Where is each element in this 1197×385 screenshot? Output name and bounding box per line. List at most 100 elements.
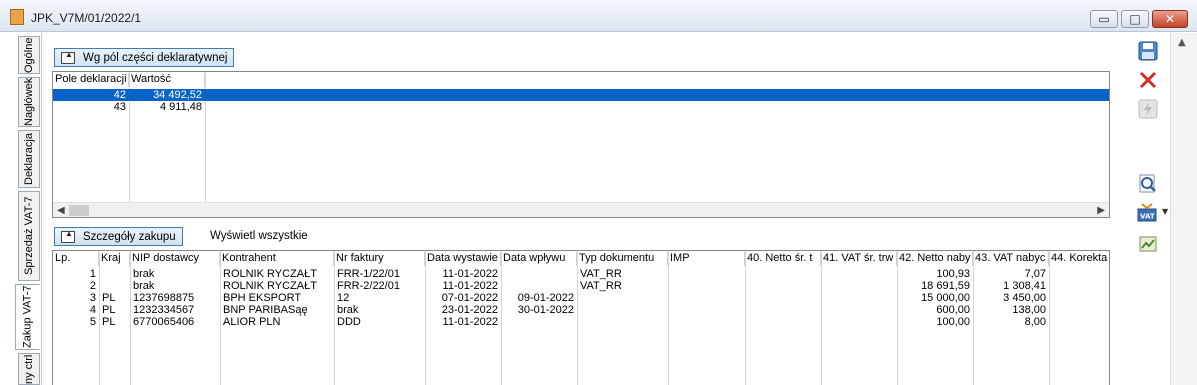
table-row[interactable]: 5 PL 6770065406 ALIOR PLN DDD 11-01-2022…	[53, 316, 1109, 328]
document-icon	[10, 9, 24, 25]
show-all-link[interactable]: Wyświetl wszystkie	[210, 230, 308, 242]
column-header-netto-40[interactable]: 40. Netto śr. t	[745, 252, 821, 266]
cell-nip: 1237698875	[133, 292, 195, 304]
cell-data-wystawienia: 11-01-2022	[442, 316, 498, 328]
declaration-row[interactable]: 42 34 492,52	[53, 89, 1109, 101]
left-tab-strip: Ogólne Nagłówek Deklaracja Sprzedaż VAT-…	[0, 33, 42, 385]
save-button[interactable]	[1136, 39, 1160, 63]
declaration-section-button[interactable]: Wg pól części deklaratywnej	[54, 48, 234, 67]
window-title: JPK_V7M/01/2022/1	[31, 11, 142, 25]
tab-naglowek[interactable]: Nagłówek	[18, 77, 40, 127]
lightning-button[interactable]	[1136, 97, 1160, 121]
purchases-grid[interactable]: Lp. Kraj NIP dostawcy Kontrahent Nr fakt…	[52, 250, 1110, 385]
column-header-korekta-44[interactable]: 44. Korekta	[1049, 252, 1109, 266]
maximize-icon: □	[1129, 12, 1141, 26]
table-row[interactable]: 1 brak ROLNIK RYCZAŁT FRR-1/22/01 11-01-…	[53, 268, 1109, 280]
declaration-row[interactable]: 43 4 911,48	[53, 101, 1109, 113]
cancel-button[interactable]	[1136, 68, 1160, 92]
table-row[interactable]: 2 brak ROLNIK RYCZAŁT FRR-2/22/01 11-01-…	[53, 280, 1109, 292]
column-header-pole[interactable]: Pole deklaracji	[53, 73, 129, 87]
collapse-icon	[61, 50, 75, 64]
scroll-right-icon[interactable]: ▶	[1097, 203, 1105, 217]
cell-kontrahent: ROLNIK RYCZAŁT	[223, 268, 317, 280]
column-header-data-wplywu[interactable]: Data wpływu	[501, 252, 577, 266]
column-header-netto-42[interactable]: 42. Netto naby	[897, 252, 973, 266]
purchases-section-button[interactable]: Szczegóły zakupu	[54, 227, 183, 246]
declaration-field: 42	[113, 89, 126, 101]
close-icon: ✕	[1164, 12, 1176, 26]
main-panel: Wg pól części deklaratywnej Pole deklara…	[42, 33, 1127, 385]
preview-icon	[1139, 174, 1156, 193]
declaration-section-label: Wg pól części deklaratywnej	[83, 51, 228, 64]
minimize-button[interactable]: ▭	[1090, 10, 1118, 28]
export-button[interactable]	[1136, 232, 1160, 256]
minimize-icon: ▭	[1098, 12, 1110, 26]
cell-data-wplywu: 09-01-2022	[517, 292, 574, 304]
declaration-hscrollbar[interactable]: ◀ ▶	[53, 202, 1109, 217]
tab-sprzedaz-vat7[interactable]: Sprzedaż VAT-7	[18, 191, 40, 281]
right-toolbar: VAT ▼	[1128, 33, 1170, 385]
tab-zakup-vat7[interactable]: Zakup VAT-7	[15, 284, 40, 350]
column-header-kontrahent[interactable]: Kontrahent	[220, 252, 334, 266]
cell-nr-faktury: DDD	[337, 316, 361, 328]
tab-ogolne[interactable]: Ogólne	[18, 36, 40, 74]
cell-kontrahent: BNP PARIBASąę	[223, 304, 308, 316]
cell-netto-42: 600,00	[936, 304, 970, 316]
tab-deklaracja[interactable]: Deklaracja	[18, 130, 40, 188]
table-row[interactable]: 3 PL 1237698875 BPH EKSPORT 12 07-01-202…	[53, 292, 1109, 304]
preview-button[interactable]	[1136, 172, 1160, 196]
cell-nr-faktury: FRR-1/22/01	[337, 268, 400, 280]
cell-kraj: PL	[102, 304, 116, 316]
column-header-nr-faktury[interactable]: Nr faktury	[334, 252, 425, 266]
cell-netto-42: 15 000,00	[921, 292, 970, 304]
cell-kontrahent: ALIOR PLN	[223, 316, 281, 328]
cell-nip: brak	[133, 268, 155, 280]
column-header-vat-43[interactable]: 43. VAT nabyc	[973, 252, 1049, 266]
column-header-lp[interactable]: Lp.	[53, 252, 99, 266]
cell-data-wystawienia: 11-01-2022	[442, 280, 498, 292]
scroll-left-icon[interactable]: ◀	[57, 203, 65, 217]
cell-kontrahent: ROLNIK RYCZAŁT	[223, 280, 317, 292]
cell-vat-43: 138,00	[1012, 304, 1046, 316]
close-button[interactable]: ✕	[1152, 10, 1188, 28]
cell-nip: 6770065406	[133, 316, 195, 328]
cell-netto-42: 100,00	[936, 316, 970, 328]
declaration-field: 43	[113, 101, 126, 113]
scroll-up-icon[interactable]: ▲	[1178, 37, 1186, 48]
cell-nr-faktury: FRR-2/22/01	[337, 280, 400, 292]
svg-text:VAT: VAT	[1140, 213, 1155, 221]
cell-nr-faktury: brak	[337, 304, 359, 316]
cell-lp: 4	[89, 304, 96, 316]
purchases-section-label: Szczegóły zakupu	[83, 230, 176, 243]
column-header-data-wystawienia[interactable]: Data wystawie	[425, 252, 501, 266]
column-header-typ-dokumentu[interactable]: Typ dokumentu	[577, 252, 668, 266]
cell-data-wystawienia: 11-01-2022	[442, 268, 498, 280]
cell-kraj: PL	[102, 316, 116, 328]
cell-data-wystawienia: 07-01-2022	[441, 292, 498, 304]
column-header-vat-41[interactable]: 41. VAT śr. trw	[821, 252, 897, 266]
lightning-icon	[1138, 99, 1158, 119]
collapse-icon	[61, 229, 75, 243]
maximize-button[interactable]: □	[1121, 10, 1149, 28]
column-header-wartosc[interactable]: Wartość	[129, 73, 205, 87]
cell-kontrahent: BPH EKSPORT	[223, 292, 302, 304]
column-header-nip[interactable]: NIP dostawcy	[130, 252, 220, 266]
scroll-thumb[interactable]	[69, 205, 89, 216]
cell-vat-43: 7,07	[1024, 268, 1046, 280]
tab-other[interactable]: ny ctrl	[18, 353, 40, 385]
save-icon	[1138, 41, 1158, 61]
table-row[interactable]: 4 PL 1232334567 BNP PARIBASąę brak 23-01…	[53, 304, 1109, 316]
column-header-imp[interactable]: IMP	[668, 252, 745, 266]
cell-nr-faktury: 12	[337, 292, 350, 304]
chevron-down-icon[interactable]: ▼	[1162, 207, 1168, 216]
cell-netto-42: 100,93	[936, 268, 970, 280]
column-header-kraj[interactable]: Kraj	[99, 252, 130, 266]
cell-netto-42: 18 691,59	[921, 280, 970, 292]
declaration-grid[interactable]: Pole deklaracji Wartość 42 34 492,52 43 …	[52, 71, 1110, 218]
declaration-value: 4 911,48	[159, 101, 202, 113]
cell-lp: 5	[89, 316, 96, 328]
vat-button[interactable]: VAT ▼	[1136, 201, 1168, 225]
vertical-scrollbar[interactable]: ▲	[1170, 33, 1197, 385]
cell-nip: 1232334567	[133, 304, 195, 316]
title-bar: JPK_V7M/01/2022/1 ▭ □ ✕	[0, 0, 1197, 32]
